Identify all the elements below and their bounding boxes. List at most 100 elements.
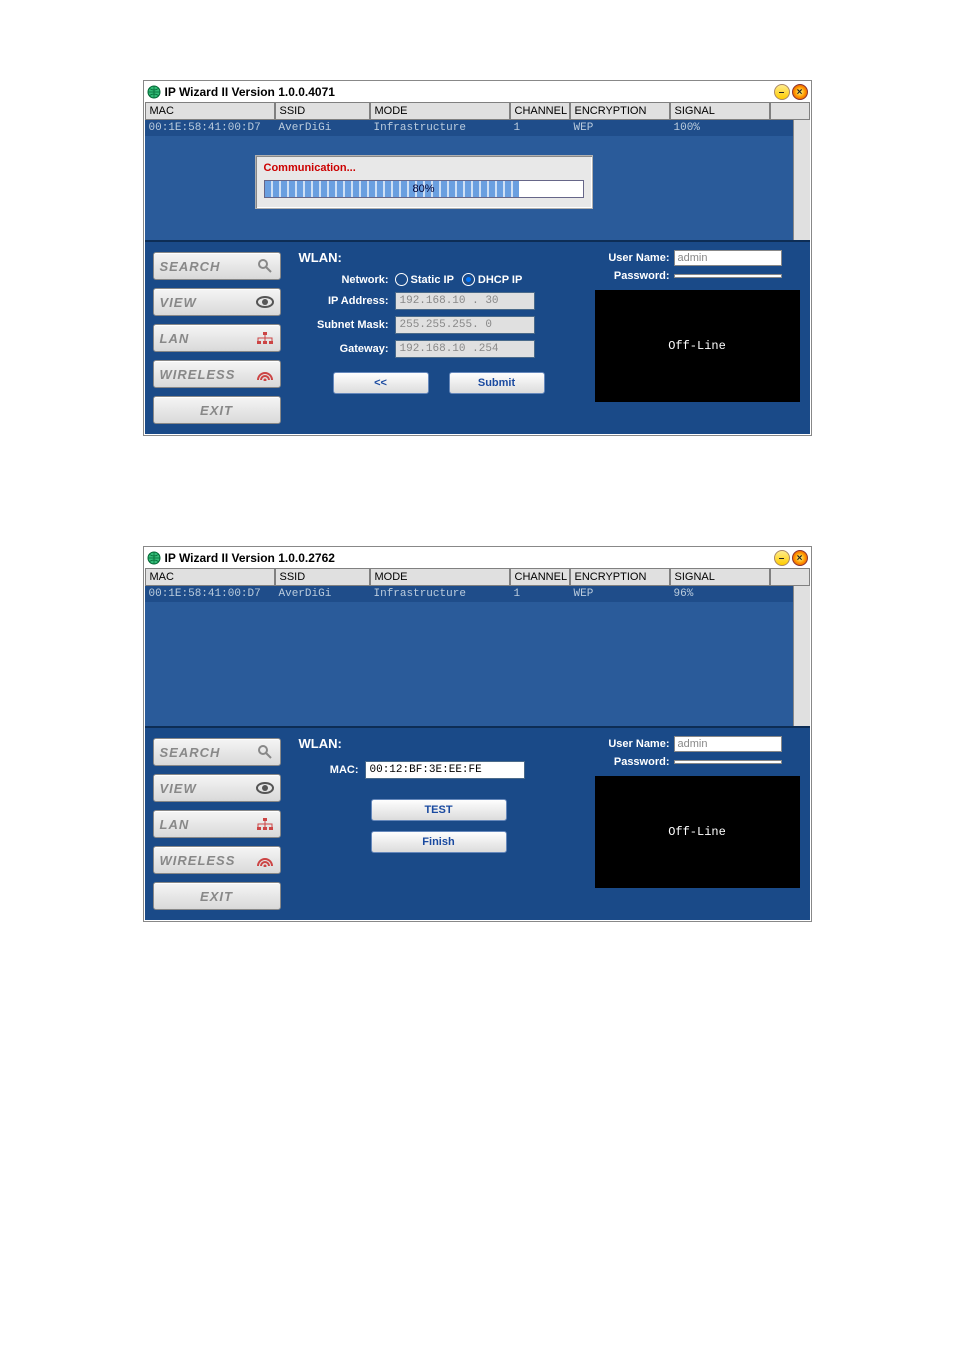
- preview-status: Off-Line: [668, 825, 726, 839]
- minimize-button[interactable]: –: [774, 84, 790, 100]
- ip-address-label: IP Address:: [299, 295, 395, 307]
- cell-channel: 1: [510, 586, 570, 602]
- exit-button[interactable]: EXIT: [153, 396, 281, 424]
- preview-area: Off-Line: [595, 776, 800, 888]
- cell-encryption: WEP: [570, 586, 670, 602]
- wifi-icon: [256, 367, 274, 381]
- wlan-title: WLAN:: [299, 736, 579, 751]
- subnet-mask-input[interactable]: 255.255.255. 0: [395, 316, 535, 334]
- view-label: VIEW: [160, 295, 197, 310]
- col-encryption[interactable]: ENCRYPTION: [570, 568, 670, 586]
- device-list[interactable]: 00:1E:58:41:00:D7 AverDiGi Infrastructur…: [145, 586, 810, 726]
- wireless-button[interactable]: WIRELESS: [153, 360, 281, 388]
- credentials-panel: User Name: admin Password: Off-Line: [589, 242, 810, 434]
- username-label: User Name:: [595, 252, 674, 264]
- view-label: VIEW: [160, 781, 197, 796]
- search-icon: [256, 745, 274, 759]
- dhcp-ip-radio[interactable]: DHCP IP: [462, 273, 522, 286]
- password-input[interactable]: [674, 760, 782, 764]
- col-signal[interactable]: SIGNAL: [670, 102, 770, 120]
- view-button[interactable]: VIEW: [153, 774, 281, 802]
- wifi-icon: [256, 853, 274, 867]
- col-ssid[interactable]: SSID: [275, 102, 370, 120]
- submit-button[interactable]: Submit: [449, 372, 545, 394]
- wlan-panel: WLAN: Network: Static IP DHCP IP IP Addr…: [289, 242, 589, 434]
- close-button[interactable]: ×: [792, 550, 808, 566]
- network-icon: [256, 817, 274, 831]
- col-mode[interactable]: MODE: [370, 568, 510, 586]
- radio-icon: [395, 273, 408, 286]
- lan-button[interactable]: LAN: [153, 324, 281, 352]
- test-button[interactable]: TEST: [371, 799, 507, 821]
- col-ssid[interactable]: SSID: [275, 568, 370, 586]
- password-label: Password:: [595, 756, 674, 768]
- gateway-input[interactable]: 192.168.10 .254: [395, 340, 535, 358]
- titlebar[interactable]: IP Wizard II Version 1.0.0.2762 – ×: [145, 548, 810, 568]
- finish-button[interactable]: Finish: [371, 831, 507, 853]
- device-list[interactable]: 00:1E:58:41:00:D7 AverDiGi Infrastructur…: [145, 120, 810, 240]
- sidebar: SEARCH VIEW LAN WIRELESS EXIT: [145, 728, 289, 920]
- wlan-panel: WLAN: MAC: 00:12:BF:3E:EE:FE TEST Finish: [289, 728, 589, 920]
- username-input[interactable]: admin: [674, 250, 782, 266]
- search-icon: [256, 259, 274, 273]
- radio-icon: [462, 273, 475, 286]
- wlan-title: WLAN:: [299, 250, 579, 265]
- progress-label: 80%: [265, 181, 583, 197]
- scrollbar[interactable]: [793, 586, 810, 726]
- cell-mac: 00:1E:58:41:00:D7: [145, 586, 275, 602]
- window-title: IP Wizard II Version 1.0.0.2762: [165, 551, 774, 565]
- password-label: Password:: [595, 270, 674, 282]
- app-icon: [147, 85, 161, 99]
- col-mac[interactable]: MAC: [145, 102, 275, 120]
- password-input[interactable]: [674, 274, 782, 278]
- col-spacer: [770, 102, 810, 120]
- dhcp-ip-label: DHCP IP: [478, 274, 522, 286]
- network-label: Network:: [299, 274, 395, 286]
- col-channel[interactable]: CHANNEL: [510, 102, 570, 120]
- view-button[interactable]: VIEW: [153, 288, 281, 316]
- username-input[interactable]: admin: [674, 736, 782, 752]
- table-row[interactable]: 00:1E:58:41:00:D7 AverDiGi Infrastructur…: [145, 120, 810, 136]
- lan-button[interactable]: LAN: [153, 810, 281, 838]
- close-button[interactable]: ×: [792, 84, 808, 100]
- cell-mode: Infrastructure: [370, 586, 510, 602]
- titlebar[interactable]: IP Wizard II Version 1.0.0.4071 – ×: [145, 82, 810, 102]
- ip-address-input[interactable]: 192.168.10 . 30: [395, 292, 535, 310]
- col-encryption[interactable]: ENCRYPTION: [570, 102, 670, 120]
- mac-input[interactable]: 00:12:BF:3E:EE:FE: [365, 761, 525, 779]
- cell-ssid: AverDiGi: [275, 586, 370, 602]
- table-row[interactable]: 00:1E:58:41:00:D7 AverDiGi Infrastructur…: [145, 586, 810, 602]
- list-header: MAC SSID MODE CHANNEL ENCRYPTION SIGNAL: [145, 568, 810, 586]
- credentials-panel: User Name: admin Password: Off-Line: [589, 728, 810, 920]
- wireless-label: WIRELESS: [160, 853, 236, 868]
- lan-label: LAN: [160, 817, 190, 832]
- exit-button[interactable]: EXIT: [153, 882, 281, 910]
- sidebar: SEARCH VIEW LAN WIRELESS EXIT: [145, 242, 289, 434]
- wireless-label: WIRELESS: [160, 367, 236, 382]
- exit-label: EXIT: [200, 403, 233, 418]
- search-button[interactable]: SEARCH: [153, 738, 281, 766]
- col-signal[interactable]: SIGNAL: [670, 568, 770, 586]
- window-2: IP Wizard II Version 1.0.0.2762 – × MAC …: [143, 546, 812, 922]
- scrollbar[interactable]: [793, 120, 810, 240]
- gateway-label: Gateway:: [299, 343, 395, 355]
- progress-bar: 80%: [264, 180, 584, 198]
- col-spacer: [770, 568, 810, 586]
- search-button[interactable]: SEARCH: [153, 252, 281, 280]
- username-label: User Name:: [595, 738, 674, 750]
- back-button[interactable]: <<: [333, 372, 429, 394]
- cell-mac: 00:1E:58:41:00:D7: [145, 120, 275, 136]
- search-label: SEARCH: [160, 745, 221, 760]
- preview-status: Off-Line: [668, 339, 726, 353]
- lan-label: LAN: [160, 331, 190, 346]
- app-icon: [147, 551, 161, 565]
- preview-area: Off-Line: [595, 290, 800, 402]
- col-mode[interactable]: MODE: [370, 102, 510, 120]
- static-ip-radio[interactable]: Static IP: [395, 273, 454, 286]
- wireless-button[interactable]: WIRELESS: [153, 846, 281, 874]
- eye-icon: [256, 781, 274, 795]
- minimize-button[interactable]: –: [774, 550, 790, 566]
- col-mac[interactable]: MAC: [145, 568, 275, 586]
- col-channel[interactable]: CHANNEL: [510, 568, 570, 586]
- search-label: SEARCH: [160, 259, 221, 274]
